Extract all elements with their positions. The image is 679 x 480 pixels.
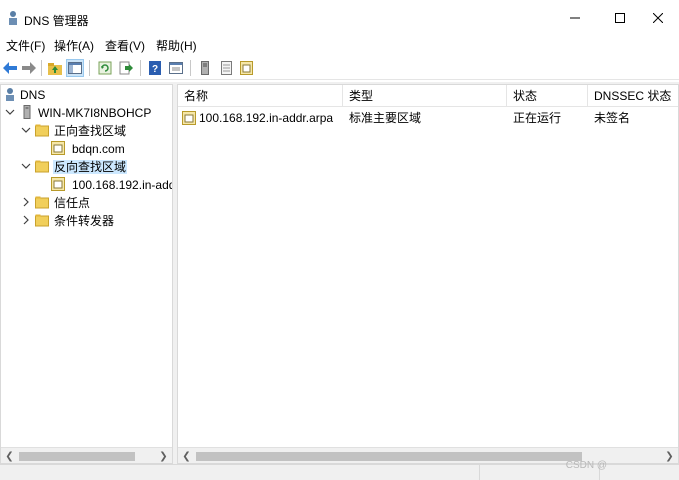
results-pane: 名称 类型 状态 DNSSEC 状态 100.168.192.in-addr.a…	[177, 84, 679, 464]
tree-label-reverse-zone: 100.168.192.in-addr.arpa	[72, 178, 173, 192]
zone-icon	[239, 61, 253, 75]
tree-node-reverse-zone[interactable]: 100.168.192.in-addr.arpa	[3, 176, 173, 194]
folder-open-icon	[35, 160, 49, 173]
tree-node-forward-lookup[interactable]: 正向查找区域	[3, 122, 172, 140]
close-icon	[653, 13, 663, 23]
menu-file[interactable]: 文件(F)	[4, 38, 47, 54]
show-hide-console-tree-button[interactable]	[66, 59, 84, 77]
menu-view[interactable]: 查看(V)	[103, 38, 147, 54]
tree-node-reverse-lookup[interactable]: 反向查找区域	[3, 158, 172, 176]
table-row[interactable]: 100.168.192.in-addr.arpa 标准主要区域 正在运行 未签名	[178, 108, 678, 128]
server-button[interactable]	[196, 59, 214, 77]
chevron-down-icon[interactable]	[21, 161, 31, 171]
document-icon	[220, 61, 232, 75]
tree-horizontal-scrollbar[interactable]: ❮ ❯	[1, 447, 172, 463]
folder-icon	[35, 124, 49, 137]
dns-manager-icon	[9, 11, 17, 25]
tree-label-server: WIN-MK7I8NBOHCP	[38, 106, 152, 120]
folder-icon	[35, 196, 49, 209]
scroll-left-icon[interactable]: ❮	[1, 448, 18, 463]
cell-name: 100.168.192.in-addr.arpa	[199, 111, 334, 125]
document-button[interactable]	[217, 59, 235, 77]
scroll-right-icon[interactable]: ❯	[155, 448, 172, 463]
up-folder-icon	[48, 62, 62, 75]
column-header-name[interactable]: 名称	[178, 85, 343, 107]
toolbar-separator	[140, 60, 141, 76]
toolbar: ?	[0, 56, 679, 80]
tree-node-dns[interactable]: DNS	[3, 86, 163, 104]
toolbar-separator	[41, 60, 42, 76]
minimize-icon	[570, 17, 580, 19]
refresh-button[interactable]	[96, 59, 114, 77]
chevron-right-icon[interactable]	[21, 215, 31, 225]
help-button[interactable]: ?	[146, 59, 164, 77]
tree-node-server[interactable]: WIN-MK7I8NBOHCP	[3, 104, 172, 122]
zone-file-icon	[51, 177, 65, 191]
forward-button[interactable]	[20, 59, 38, 77]
maximize-icon	[615, 13, 625, 23]
server-icon	[23, 105, 31, 119]
scrollbar-thumb[interactable]	[196, 452, 582, 461]
close-button[interactable]	[635, 0, 679, 36]
up-button[interactable]	[46, 59, 64, 77]
tree-node-bdqn-com[interactable]: bdqn.com	[3, 140, 172, 158]
tree-label-reverse-lookup: 反向查找区域	[53, 160, 128, 174]
menu-bar: 文件(F) 操作(A) 查看(V) 帮助(H)	[0, 36, 679, 56]
dns-root-icon	[6, 88, 14, 101]
watermark: CSDN @	[565, 460, 607, 471]
minimize-button[interactable]	[552, 0, 598, 36]
cell-type: 标准主要区域	[349, 111, 422, 125]
title-bar: DNS 管理器	[0, 0, 679, 36]
cell-dnssec: 未签名	[594, 111, 631, 125]
back-arrow-icon	[3, 62, 17, 74]
tree-node-conditional-forwarders[interactable]: 条件转发器	[3, 212, 172, 230]
export-list-icon	[119, 61, 133, 75]
scrollbar-thumb[interactable]	[19, 452, 135, 461]
refresh-icon	[98, 61, 112, 75]
tree-label-dns: DNS	[20, 88, 46, 102]
column-header-status[interactable]: 状态	[507, 85, 588, 107]
chevron-down-icon[interactable]	[21, 125, 31, 135]
menu-action[interactable]: 操作(A)	[52, 38, 96, 54]
chevron-down-icon[interactable]	[5, 107, 15, 117]
list-header: 名称 类型 状态 DNSSEC 状态	[178, 85, 678, 107]
menu-help[interactable]: 帮助(H)	[154, 38, 199, 54]
svg-text:?: ?	[152, 64, 158, 75]
folder-icon	[35, 214, 49, 227]
scroll-left-icon[interactable]: ❮	[178, 448, 195, 463]
properties-icon	[169, 62, 183, 74]
console-tree-pane: DNS WIN-MK7I8NBOHCP 正向查找区域 bdqn.com 反向查找…	[0, 84, 173, 464]
zone-button[interactable]	[237, 59, 255, 77]
tree-label-conditional-forwarders: 条件转发器	[54, 214, 115, 228]
tree-label-forward-lookup: 正向查找区域	[54, 124, 127, 138]
server-icon	[201, 61, 209, 75]
status-segment	[0, 465, 480, 480]
tree-label-bdqn-com: bdqn.com	[72, 142, 125, 156]
back-button[interactable]	[1, 59, 19, 77]
properties-button[interactable]	[167, 59, 185, 77]
toolbar-separator	[190, 60, 191, 76]
scroll-right-icon[interactable]: ❯	[661, 448, 678, 463]
chevron-right-icon[interactable]	[21, 197, 31, 207]
export-list-button[interactable]	[117, 59, 135, 77]
window-title: DNS 管理器	[24, 14, 89, 28]
column-header-type[interactable]: 类型	[343, 85, 507, 107]
cell-status: 正在运行	[513, 111, 562, 125]
zone-file-icon	[51, 141, 65, 155]
column-header-dnssec[interactable]: DNSSEC 状态	[588, 85, 678, 107]
help-icon: ?	[149, 61, 161, 75]
zone-file-icon	[182, 111, 196, 125]
show-hide-console-tree-icon	[68, 62, 82, 74]
forward-arrow-icon	[22, 62, 36, 74]
tree-node-trust-points[interactable]: 信任点	[3, 194, 172, 212]
toolbar-separator	[89, 60, 90, 76]
tree-label-trust-points: 信任点	[54, 196, 91, 210]
